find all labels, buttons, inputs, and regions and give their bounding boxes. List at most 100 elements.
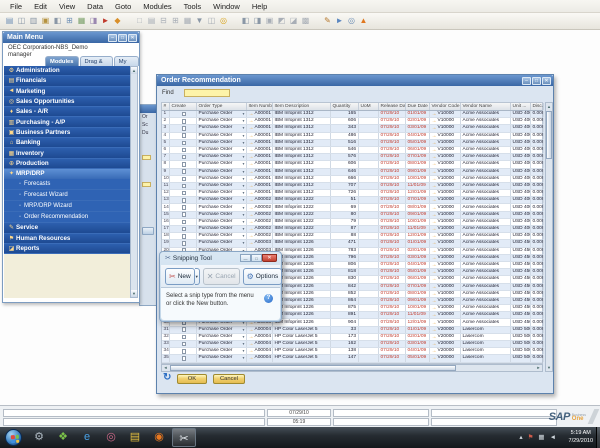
link-arrow-icon[interactable]: → bbox=[432, 255, 437, 261]
link-arrow-icon[interactable]: → bbox=[432, 147, 437, 153]
create-checkbox[interactable] bbox=[182, 119, 187, 124]
start-button[interactable] bbox=[5, 429, 22, 446]
sidebar-module-item[interactable]: ✦ MRP/DRP bbox=[4, 169, 132, 179]
link-arrow-icon[interactable]: → bbox=[432, 269, 437, 275]
column-header[interactable]: Unit ... bbox=[511, 103, 531, 110]
create-cell[interactable] bbox=[170, 183, 197, 189]
toolbar-icon[interactable]: ◩ bbox=[276, 15, 287, 27]
tray-icon[interactable]: ▦ bbox=[538, 433, 544, 442]
link-arrow-icon[interactable]: → bbox=[249, 161, 254, 167]
dropdown-icon[interactable]: ▼ bbox=[242, 118, 245, 124]
create-checkbox[interactable] bbox=[182, 141, 187, 146]
toolbar-icon[interactable]: ◧ bbox=[240, 15, 251, 27]
link-arrow-icon[interactable]: → bbox=[432, 355, 437, 361]
link-arrow-icon[interactable]: → bbox=[249, 169, 254, 175]
order-type-cell[interactable]: Purchase Order▼ bbox=[197, 341, 247, 347]
vendor-code-cell[interactable]: →V10000 bbox=[430, 319, 461, 325]
create-checkbox[interactable] bbox=[182, 148, 187, 153]
dropdown-icon[interactable]: ▼ bbox=[242, 111, 245, 117]
toolbar-icon[interactable]: ▣ bbox=[264, 15, 275, 27]
order-type-cell[interactable]: Purchase Order▼ bbox=[197, 140, 247, 146]
create-checkbox[interactable] bbox=[182, 169, 187, 174]
vendor-code-cell[interactable]: →V10000 bbox=[430, 118, 461, 124]
vendor-code-cell[interactable]: →V10000 bbox=[430, 212, 461, 218]
dropdown-icon[interactable]: ▼ bbox=[242, 334, 245, 340]
vendor-code-cell[interactable]: →V10000 bbox=[430, 298, 461, 304]
item-number-cell[interactable]: →A00001 bbox=[247, 190, 273, 196]
menu-item[interactable]: Goto bbox=[109, 0, 137, 13]
dropdown-icon[interactable]: ▼ bbox=[242, 176, 245, 182]
toolbar-icon[interactable]: ◪ bbox=[288, 15, 299, 27]
link-arrow-icon[interactable]: → bbox=[432, 327, 437, 333]
toolbar-icon[interactable]: ◎ bbox=[218, 15, 229, 27]
toolbar-icon[interactable]: ◎ bbox=[346, 15, 357, 27]
input-field-fragment[interactable] bbox=[142, 155, 151, 160]
dropdown-icon[interactable]: ▼ bbox=[242, 212, 245, 218]
ok-button[interactable]: OK bbox=[177, 374, 207, 384]
tab-drag-relate[interactable]: Drag & Relate bbox=[80, 56, 113, 66]
link-arrow-icon[interactable]: → bbox=[432, 118, 437, 124]
cancel-snip-button[interactable]: ✕Cancel bbox=[203, 268, 240, 285]
input-field-fragment[interactable] bbox=[142, 182, 151, 187]
create-checkbox[interactable] bbox=[182, 241, 187, 246]
item-number-cell[interactable]: →A00001 bbox=[247, 111, 273, 117]
vendor-code-cell[interactable]: →V10000 bbox=[430, 233, 461, 239]
vendor-code-cell[interactable]: →V10000 bbox=[430, 262, 461, 268]
order-type-cell[interactable]: Purchase Order▼ bbox=[197, 327, 247, 333]
create-cell[interactable] bbox=[170, 240, 197, 246]
dropdown-icon[interactable]: ▼ bbox=[242, 154, 245, 160]
menu-item[interactable]: Modules bbox=[137, 0, 177, 13]
sidebar-submenu-item[interactable]: ▫ Order Recommendation bbox=[4, 212, 132, 223]
vendor-code-cell[interactable]: →V10000 bbox=[430, 291, 461, 297]
link-arrow-icon[interactable]: → bbox=[249, 219, 254, 225]
link-arrow-icon[interactable]: → bbox=[432, 176, 437, 182]
dropdown-icon[interactable]: ▼ bbox=[242, 169, 245, 175]
link-arrow-icon[interactable]: → bbox=[249, 183, 254, 189]
link-arrow-icon[interactable]: → bbox=[249, 147, 254, 153]
link-arrow-icon[interactable]: → bbox=[432, 197, 437, 203]
order-type-cell[interactable]: Purchase Order▼ bbox=[197, 219, 247, 225]
create-cell[interactable] bbox=[170, 125, 197, 131]
link-arrow-icon[interactable]: → bbox=[432, 262, 437, 268]
sidebar-module-item[interactable]: ◄ Marketing bbox=[4, 87, 132, 97]
order-type-cell[interactable]: Purchase Order▼ bbox=[197, 348, 247, 354]
column-header[interactable]: Item Number bbox=[247, 103, 273, 110]
vendor-code-cell[interactable]: →V10000 bbox=[430, 276, 461, 282]
toolbar-icon[interactable]: □ bbox=[134, 15, 145, 27]
dropdown-icon[interactable]: ▼ bbox=[242, 190, 245, 196]
toolbar-icon[interactable]: ⊞ bbox=[64, 15, 75, 27]
create-checkbox[interactable] bbox=[182, 234, 187, 239]
vendor-code-cell[interactable]: →V20000 bbox=[430, 348, 461, 354]
refresh-icon[interactable]: ↻ bbox=[163, 372, 171, 383]
column-header[interactable]: # bbox=[162, 103, 170, 110]
menu-item[interactable]: View bbox=[53, 0, 81, 13]
order-type-cell[interactable]: Purchase Order▼ bbox=[197, 334, 247, 340]
restore-icon[interactable]: □ bbox=[118, 34, 127, 42]
link-arrow-icon[interactable]: → bbox=[432, 320, 437, 326]
create-cell[interactable] bbox=[170, 176, 197, 182]
create-checkbox[interactable] bbox=[182, 356, 187, 361]
menu-item[interactable]: Help bbox=[246, 0, 273, 13]
item-number-cell[interactable]: →A00003 bbox=[247, 240, 273, 246]
vendor-code-cell[interactable]: →V10000 bbox=[430, 204, 461, 210]
tab-modules[interactable]: Modules bbox=[45, 56, 79, 66]
item-number-cell[interactable]: →A00001 bbox=[247, 147, 273, 153]
vendor-code-cell[interactable]: →V10000 bbox=[430, 190, 461, 196]
link-arrow-icon[interactable]: → bbox=[249, 197, 254, 203]
tray-icon[interactable]: ◄ bbox=[550, 433, 556, 442]
sidebar-module-item[interactable]: ⚙ Administration bbox=[4, 66, 132, 76]
dropdown-icon[interactable]: ▼ bbox=[242, 240, 245, 246]
vendor-code-cell[interactable]: →V10000 bbox=[430, 284, 461, 290]
dropdown-icon[interactable]: ▼ bbox=[242, 341, 245, 347]
link-arrow-icon[interactable]: → bbox=[432, 248, 437, 254]
taskbar-clock[interactable]: 5:19 AM 7/29/2010 bbox=[569, 430, 593, 445]
vendor-code-cell[interactable]: →V10000 bbox=[430, 147, 461, 153]
link-arrow-icon[interactable]: → bbox=[432, 140, 437, 146]
restore-icon[interactable]: □ bbox=[532, 77, 541, 85]
sidebar-module-item[interactable]: ▦ Inventory bbox=[4, 148, 132, 158]
toolbar-icon[interactable]: ▤ bbox=[4, 15, 15, 27]
link-arrow-icon[interactable]: → bbox=[432, 305, 437, 311]
dropdown-icon[interactable]: ▼ bbox=[242, 205, 245, 211]
link-arrow-icon[interactable]: → bbox=[249, 205, 254, 211]
create-cell[interactable] bbox=[170, 154, 197, 160]
